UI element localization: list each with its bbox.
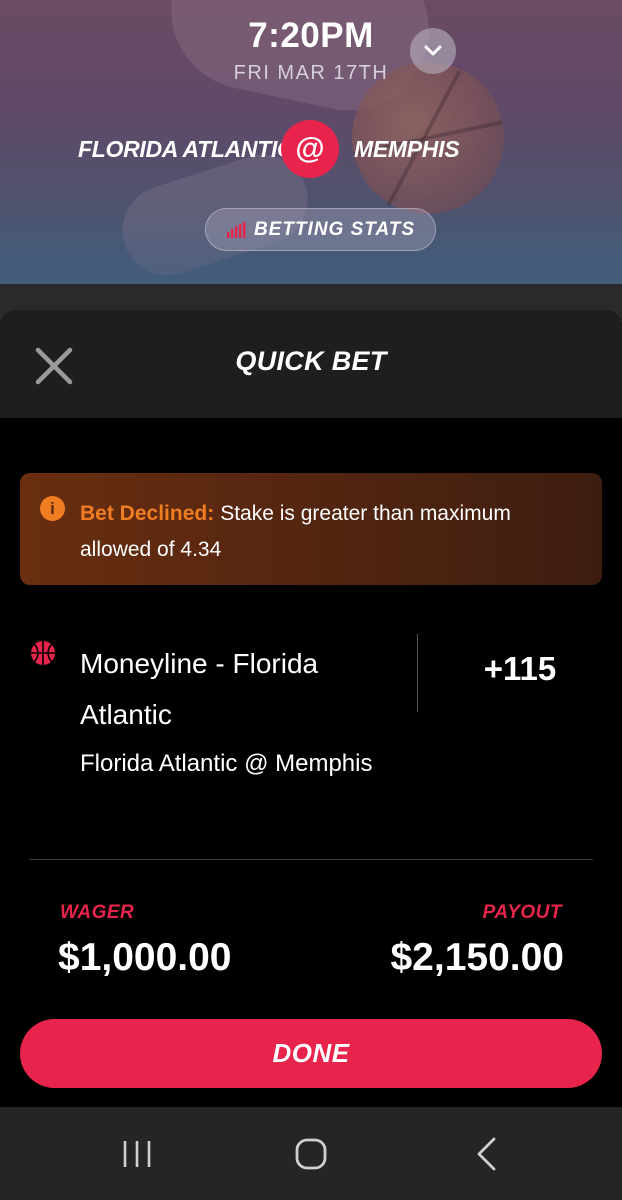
wager-amount: $1,000.00 [58,936,232,979]
wager-label: WAGER [60,902,135,923]
betting-stats-label: BETTING STATS [253,218,416,240]
payout-amount: $2,150.00 [390,936,564,979]
game-date: FRI MAR 17TH [233,62,389,84]
bar-chart-icon [226,221,246,238]
collapse-button[interactable] [410,28,456,74]
bet-declined-alert: i Bet Declined: Stake is greater than max… [20,473,602,585]
row-divider [29,859,593,860]
bet-event: Florida Atlantic @ Memphis [80,750,373,777]
at-badge: @ [281,120,339,178]
recent-apps-icon[interactable] [120,1137,154,1171]
game-time: 7:20PM [248,16,374,55]
done-button[interactable]: DONE [20,1019,602,1088]
info-icon: i [40,496,65,521]
chevron-down-icon [424,45,442,56]
alert-message: Stake is greater than maximum [220,502,511,525]
sheet-header: QUICK BET [0,310,622,418]
system-navigation-bar [0,1107,622,1200]
basketball-icon [31,641,55,665]
home-icon[interactable] [293,1136,329,1172]
home-team-name: MEMPHIS [354,136,460,162]
back-icon[interactable] [472,1136,500,1172]
betting-stats-button[interactable]: BETTING STATS [205,208,436,251]
alert-title: Bet Declined: [80,502,215,525]
quick-bet-sheet: QUICK BET i Bet Declined: Stake is greate… [0,310,622,1107]
bet-market: Moneyline - Florida Atlantic [80,648,319,730]
alert-message-continued: allowed of 4.34 [80,538,222,561]
away-team-name: FLORIDA ATLANTIC [78,136,294,162]
sheet-title: QUICK BET [235,346,387,376]
bet-odds: +115 [483,650,557,687]
payout-label: PAYOUT [482,902,562,923]
game-header: 7:20PM FRI MAR 17TH FLORIDA ATLANTIC @ M… [0,0,622,284]
alert-line-1: Bet Declined: Stake is greater than maxim… [80,495,580,532]
